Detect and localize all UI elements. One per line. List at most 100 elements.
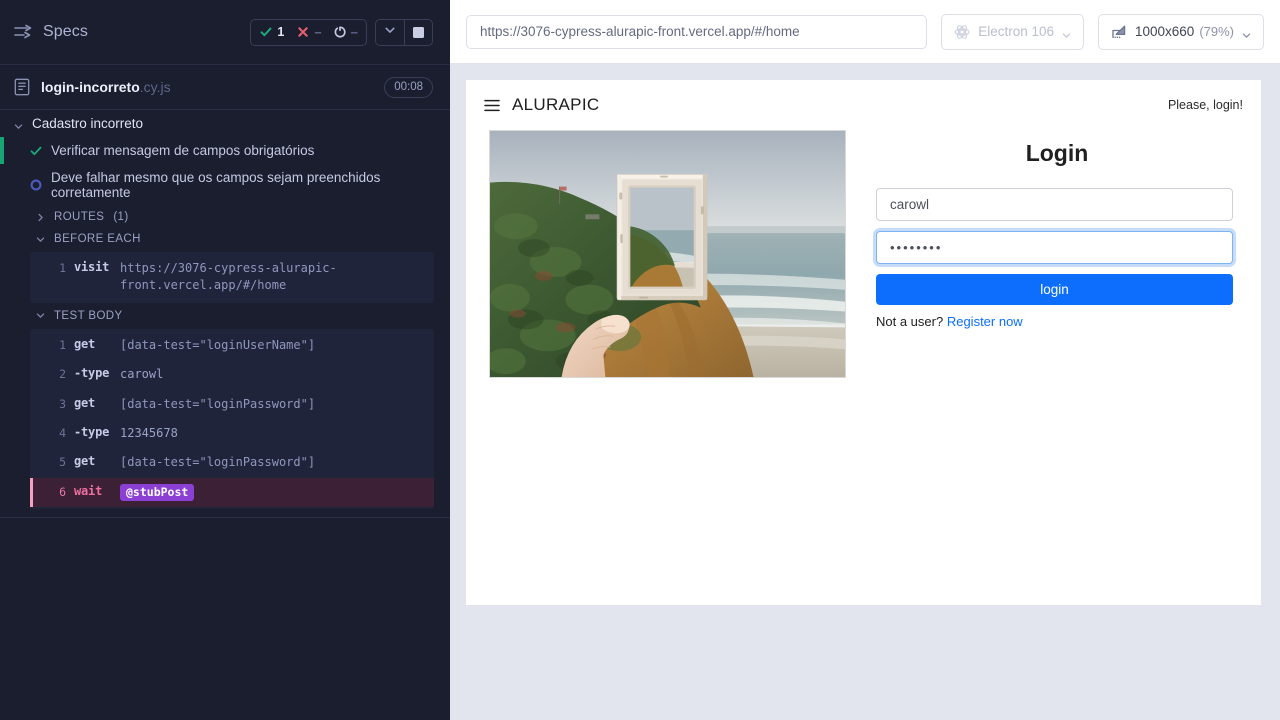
spec-file-row[interactable]: login-incorreto.cy.js 00:08 — [0, 65, 450, 109]
command-row[interactable]: 2 -type carowl — [30, 360, 434, 389]
browser-name: Electron 106 — [978, 24, 1054, 39]
photo-column — [489, 130, 849, 378]
app-body: Login carowl •••••••• login Not a user? … — [466, 130, 1261, 378]
stat-pending-value: -- — [350, 25, 358, 39]
test-stats: 1 -- -- — [250, 18, 367, 46]
stat-passed-value: 1 — [277, 25, 285, 39]
spinner-icon — [30, 179, 42, 191]
collapse-all-button[interactable] — [376, 20, 404, 45]
command-method: get — [74, 336, 96, 351]
before-each-commands: 1 visit https://3076-cypress-alurapic-fr… — [30, 252, 434, 303]
section-label: ROUTES — [54, 211, 105, 223]
stop-square-icon — [413, 26, 424, 38]
test-title: Verificar mensagem de campos obrigatório… — [51, 143, 315, 158]
commands-bottom-divider — [0, 516, 450, 518]
url-input[interactable]: https://3076-cypress-alurapic-front.verc… — [466, 14, 928, 49]
command-row[interactable]: 1 get [data-test="loginUserName"] — [30, 331, 434, 360]
suite-title: Cadastro incorreto — [32, 116, 144, 131]
chevron-down-icon — [1062, 27, 1071, 38]
section-label: TEST BODY — [54, 309, 123, 322]
test-body-commands: 1 get [data-test="loginUserName"] 2 -typ… — [30, 328, 434, 509]
command-method: get — [74, 454, 96, 469]
test-tree: Cadastro incorreto Verificar mensagem de… — [0, 110, 450, 720]
command-row[interactable]: 4 -type 12345678 — [30, 419, 434, 448]
login-password-input[interactable]: •••••••• — [876, 231, 1233, 264]
x-icon — [297, 26, 309, 38]
login-username-input[interactable]: carowl — [876, 188, 1233, 221]
preview-pane: https://3076-cypress-alurapic-front.verc… — [450, 0, 1280, 720]
spec-file-extension: .cy.js — [139, 79, 171, 95]
spec-timer: 00:08 — [384, 76, 433, 98]
spec-file-name: login-incorreto.cy.js — [41, 79, 171, 95]
command-method: -type — [74, 366, 110, 381]
command-method: -type — [74, 424, 110, 439]
chevron-down-icon — [36, 235, 45, 244]
electron-atom-icon — [954, 24, 970, 40]
viewport-scale-value: (79%) — [1199, 24, 1234, 39]
cypress-test-runner: Specs 1 -- -- login-incorreto.cy.js 00:0… — [0, 0, 1280, 720]
test-row-running[interactable]: Deve falhar mesmo que os campos sejam pr… — [0, 164, 450, 206]
command-number: 3 — [59, 396, 66, 411]
hand-holding-picture-frame-coastal-cliff-photo — [489, 130, 846, 378]
command-method: wait — [74, 483, 103, 498]
command-row[interactable]: 5 get [data-test="loginPassword"] — [30, 448, 434, 477]
application-under-test: ALURAPIC Please, login! Login carowl •••… — [466, 80, 1261, 605]
pass-indicator-bar — [0, 137, 4, 164]
command-argument: [data-test="loginPassword"] — [120, 396, 316, 411]
register-now-link[interactable]: Register now — [947, 314, 1023, 329]
specs-arrow-icon — [14, 23, 32, 41]
section-count: (1) — [113, 211, 129, 223]
login-title: Login — [1025, 140, 1089, 166]
password-masked-value: •••••••• — [890, 240, 943, 255]
command-method: visit — [74, 260, 110, 274]
app-header: ALURAPIC Please, login! — [466, 80, 1261, 130]
aut-toolbar: https://3076-cypress-alurapic-front.verc… — [450, 0, 1280, 64]
reporter-header: Specs 1 -- -- — [0, 0, 450, 64]
chevron-down-icon — [1242, 27, 1251, 38]
command-number: 5 — [59, 455, 66, 470]
register-prompt: Not a user? Register now — [876, 314, 1238, 329]
command-row-active[interactable]: 6 wait @stubPost — [30, 477, 434, 507]
ruler-icon — [1111, 24, 1127, 40]
suite-row[interactable]: Cadastro incorreto — [0, 110, 450, 137]
reporter-sidebar: Specs 1 -- -- login-incorreto.cy.js 00:0… — [0, 0, 450, 720]
command-argument: carowl — [120, 367, 164, 382]
command-argument: 12345678 — [120, 425, 178, 440]
login-submit-button[interactable]: login — [876, 274, 1233, 305]
specs-button[interactable]: Specs — [14, 23, 88, 41]
register-prompt-text: Not a user? — [876, 314, 944, 329]
command-row[interactable]: 3 get [data-test="loginPassword"] — [30, 390, 434, 419]
viewport-size-selector[interactable]: 1000x660 (79%) — [1098, 13, 1264, 50]
command-number: 1 — [59, 261, 66, 275]
test-row-passed[interactable]: Verificar mensagem de campos obrigatório… — [0, 137, 450, 164]
test-title: Deve falhar mesmo que os campos sejam pr… — [51, 170, 381, 200]
stat-passed: 1 — [260, 25, 284, 39]
check-icon — [30, 145, 42, 157]
command-number: 2 — [59, 367, 66, 382]
section-routes[interactable]: ROUTES (1) — [0, 206, 450, 228]
specs-label: Specs — [43, 23, 88, 40]
command-number: 4 — [59, 425, 66, 440]
command-row[interactable]: 1 visit https://3076-cypress-alurapic-fr… — [30, 254, 434, 301]
command-number: 1 — [59, 337, 66, 352]
section-before-each[interactable]: BEFORE EACH — [0, 228, 450, 250]
hamburger-menu-icon[interactable] — [484, 99, 500, 112]
command-method: get — [74, 395, 96, 410]
command-alias-chip: @stubPost — [120, 483, 195, 501]
stat-failed: -- — [297, 25, 322, 39]
chevron-down-icon — [14, 119, 23, 129]
check-icon — [260, 26, 272, 38]
stat-pending: -- — [334, 25, 358, 39]
browser-selector[interactable]: Electron 106 — [941, 13, 1084, 50]
stat-failed-value: -- — [314, 25, 321, 39]
auth-status-text: Please, login! — [1167, 98, 1243, 112]
reporter-control-group — [375, 18, 433, 46]
chevron-right-icon — [36, 213, 45, 222]
command-argument: https://3076-cypress-alurapic-front.verc… — [120, 261, 337, 293]
stop-tests-button[interactable] — [404, 19, 432, 45]
chevron-down-icon — [384, 23, 396, 41]
section-test-body[interactable]: TEST BODY — [0, 305, 450, 327]
chevron-down-icon — [36, 311, 45, 320]
command-number: 6 — [59, 484, 66, 499]
circle-dashed-icon — [334, 26, 346, 38]
